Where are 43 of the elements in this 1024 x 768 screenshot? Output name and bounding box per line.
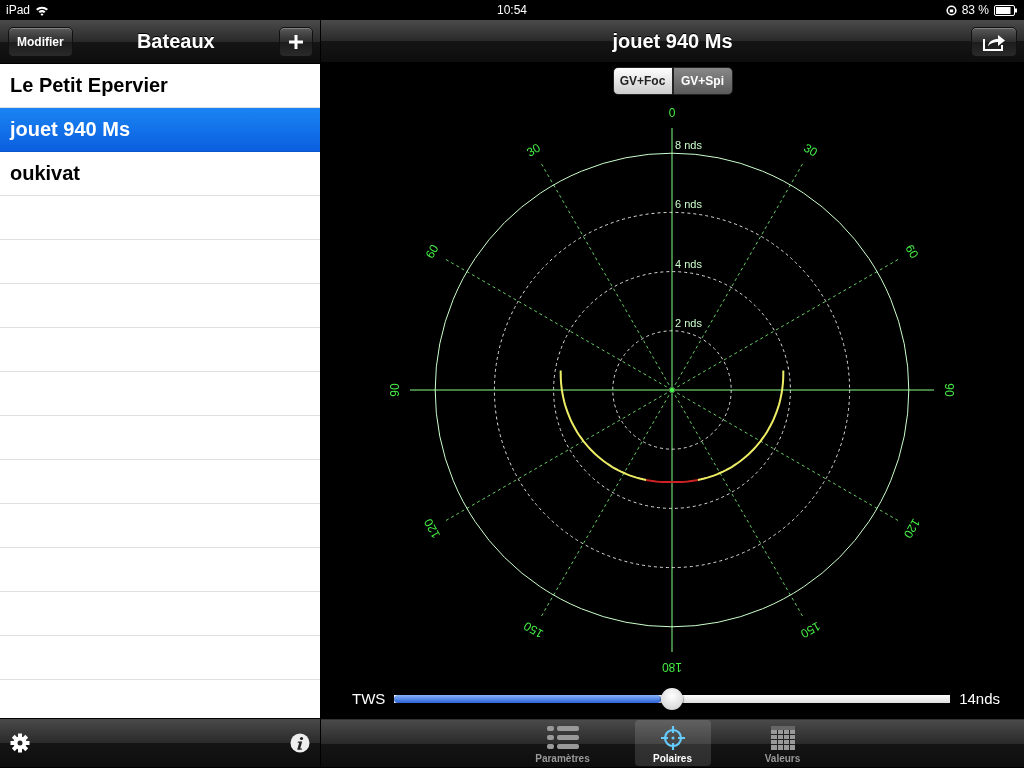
tab-bar-item[interactable]: Valeurs: [744, 720, 821, 767]
angle-label: 90: [388, 383, 402, 397]
segment-button[interactable]: GV+Spi: [672, 67, 733, 96]
speed-ring-label: 4 nds: [675, 257, 702, 270]
slider-label: TWS: [352, 690, 386, 708]
wifi-icon: [35, 4, 50, 16]
battery-icon: [994, 4, 1018, 16]
speed-ring-label: 6 nds: [675, 198, 702, 211]
detail-title: jouet 940 Ms: [612, 29, 733, 53]
speed-ring-label: 2 nds: [675, 316, 702, 329]
tab-bar-item[interactable]: Paramètres: [524, 720, 601, 767]
slider-reading: 14nds: [959, 690, 1000, 708]
settings-icon[interactable]: [10, 733, 30, 753]
angle-label: 150: [521, 618, 546, 641]
angle-label: 30: [524, 140, 543, 160]
add-button[interactable]: [279, 26, 313, 57]
info-icon[interactable]: [290, 733, 310, 753]
angle-label: 150: [798, 618, 823, 641]
plus-icon: [289, 34, 303, 49]
tab-bar-item[interactable]: Polaires: [634, 720, 711, 767]
crosshair-icon: [659, 725, 686, 752]
angle-label: 30: [801, 140, 820, 160]
angle-label: 60: [902, 242, 922, 261]
edit-button[interactable]: Modifier: [8, 26, 73, 57]
sidebar-title: Bateaux: [136, 30, 215, 53]
share-button[interactable]: [971, 27, 1017, 57]
list-icon: [546, 725, 579, 752]
angle-label: 120: [421, 516, 444, 541]
status-time: 10:54: [497, 3, 527, 17]
device-name: iPad: [6, 3, 31, 17]
angle-label: 120: [900, 516, 923, 541]
segment-button[interactable]: GV+Foc: [612, 67, 673, 96]
battery-percent: 83 %: [961, 3, 989, 17]
boat-list-item[interactable]: jouet 940 Ms: [0, 108, 320, 152]
rotation-lock-icon: [945, 4, 957, 16]
share-icon: [982, 33, 1006, 51]
angle-label: 60: [422, 242, 442, 261]
angle-label: 90: [942, 383, 956, 397]
angle-label: 0: [668, 106, 676, 121]
speed-ring-label: 8 nds: [675, 139, 702, 152]
angle-label: 180: [662, 660, 682, 675]
table-icon: [769, 725, 796, 752]
slider-thumb[interactable]: [661, 687, 684, 710]
